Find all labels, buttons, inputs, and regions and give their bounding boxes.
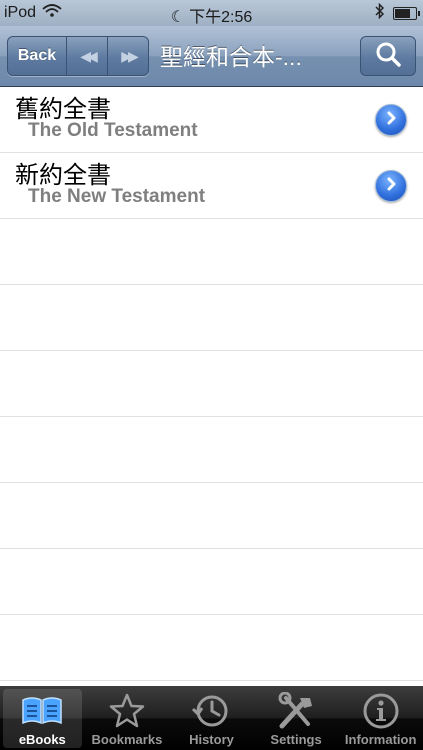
book-icon [20, 692, 64, 730]
battery-icon [393, 7, 420, 20]
navigation-bar: Back ◀◀ ▶▶ 聖經和合本-... [0, 26, 423, 87]
chevron-right-icon [384, 111, 398, 130]
bluetooth-icon [375, 2, 385, 24]
disclosure-button[interactable] [375, 170, 407, 202]
status-bar: iPod ☾ 下午2:56 [0, 0, 423, 26]
list-item-subtitle: The Old Testament [28, 120, 198, 141]
info-icon [362, 692, 400, 730]
search-icon [375, 41, 401, 72]
empty-row [0, 483, 423, 549]
tab-label: History [189, 732, 234, 747]
testament-list: 舊約全書 The Old Testament 新約全書 The New Test… [0, 87, 423, 681]
tab-bookmarks[interactable]: Bookmarks [85, 686, 170, 750]
empty-row [0, 219, 423, 285]
previous-button[interactable]: ◀◀ [67, 37, 108, 75]
clock-label: 下午2:56 [189, 9, 253, 26]
star-icon [108, 692, 146, 730]
tab-label: Bookmarks [91, 732, 163, 747]
tab-label: eBooks [18, 732, 66, 747]
tab-information[interactable]: Information [338, 686, 423, 750]
empty-row [0, 615, 423, 681]
navigation-segment: Back ◀◀ ▶▶ [7, 36, 149, 76]
next-button[interactable]: ▶▶ [108, 37, 148, 75]
chevron-right-icon [384, 177, 398, 196]
list-item-title: 舊約全書 [15, 96, 111, 123]
disclosure-button[interactable] [375, 104, 407, 136]
tab-settings[interactable]: Settings [254, 686, 339, 750]
tab-bar: eBooks Bookmarks History Settings Inform… [0, 686, 423, 750]
tools-icon [276, 692, 316, 730]
tab-ebooks[interactable]: eBooks [0, 686, 85, 750]
list-item-title: 新約全書 [15, 162, 111, 189]
empty-row [0, 549, 423, 615]
status-center: ☾ 下午2:56 [0, 3, 423, 27]
empty-row [0, 285, 423, 351]
tab-history[interactable]: History [169, 686, 254, 750]
status-right [375, 2, 420, 24]
clock-icon [191, 692, 231, 730]
page-title: 聖經和合本-... [160, 44, 302, 70]
tab-label: Settings [270, 732, 322, 747]
search-button[interactable] [360, 36, 416, 76]
empty-row [0, 417, 423, 483]
tab-label: Information [344, 732, 417, 747]
skip-back-icon: ◀◀ [80, 47, 97, 64]
back-button[interactable]: Back [8, 37, 67, 75]
empty-row [0, 351, 423, 417]
moon-icon: ☾ [170, 9, 186, 26]
skip-forward-icon: ▶▶ [121, 47, 138, 64]
list-item[interactable]: 新約全書 The New Testament [0, 153, 423, 219]
list-item-subtitle: The New Testament [28, 186, 206, 207]
list-item[interactable]: 舊約全書 The Old Testament [0, 87, 423, 153]
